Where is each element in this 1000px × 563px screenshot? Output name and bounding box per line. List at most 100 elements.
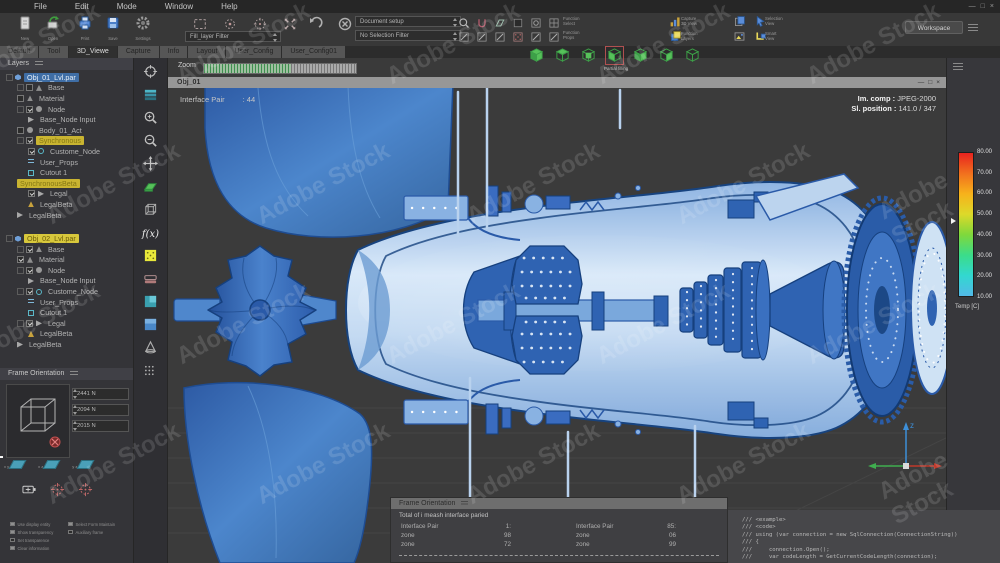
tree-item[interactable]: Cutout 1 [0,307,133,318]
layers-blue-icon[interactable] [669,30,682,47]
tree-item[interactable]: LegalBeta [0,329,133,340]
menu-file[interactable]: File [34,2,47,11]
tree-checkbox[interactable] [26,84,33,92]
tree-item[interactable]: Custome_Node [0,146,133,157]
tree-checkbox[interactable] [26,288,33,296]
orientation-cube-preview[interactable] [6,384,70,458]
checkbox[interactable] [68,529,73,535]
vt-eraser-icon[interactable] [143,271,158,291]
tool-vt-zoom-out[interactable] [134,131,167,154]
battery-icon[interactable] [22,482,37,502]
tab-capture[interactable]: Capture [117,46,160,58]
target-icon[interactable] [50,482,65,502]
document-setup-dropdown[interactable]: Document setup [355,16,461,27]
tree-checkbox[interactable] [26,319,33,327]
panel-menu-icon[interactable] [461,501,469,506]
expander-icon[interactable] [17,105,24,113]
tool-vt-zoom-in[interactable] [134,108,167,131]
tree-item[interactable]: LegalBeta [0,210,133,221]
doc-new-icon[interactable] [17,16,33,35]
viewport-titlebar[interactable]: Obj_01 — □ × [168,77,946,88]
tool-expand-x[interactable] [278,17,302,36]
tree-item[interactable]: Cutout 1 [0,167,133,178]
undo-icon[interactable] [307,16,323,36]
tree-checkbox[interactable] [28,190,35,198]
checkbox[interactable] [10,537,15,543]
zoom-slider[interactable] [203,63,357,74]
tab-tool[interactable]: Tool [39,46,70,58]
vt-layers-icon[interactable] [143,87,158,107]
minimize-icon[interactable]: — [969,1,976,12]
gear-icon[interactable] [135,16,151,35]
viewport-tab-title[interactable]: Obj_01 [168,79,200,86]
expander-icon[interactable] [17,245,24,253]
vt-crosshair-icon[interactable] [143,64,158,84]
option-checkbox-row[interactable]: Use display entity [10,520,53,528]
tool-vt-eraser[interactable] [134,269,167,292]
tree-item[interactable]: Base [0,83,133,94]
close-icon[interactable]: × [990,1,994,12]
diag-square-icon[interactable] [494,30,506,47]
tree-item[interactable]: Node [0,265,133,276]
option-checkbox-row[interactable]: Clear information [10,544,53,552]
tree-checkbox[interactable] [26,245,33,253]
expand-x-icon[interactable] [283,18,297,35]
option-checkbox-row[interactable]: Select Form Maintain [68,520,115,528]
tool-vt-cone[interactable] [134,338,167,361]
tool-vt-boxwire[interactable] [134,200,167,223]
vt-sq-teal-icon[interactable] [143,294,158,314]
tool-settings[interactable]: Settings [131,15,155,41]
workspace-menu-icon[interactable] [968,24,978,31]
tool-undo[interactable] [303,16,327,37]
menu-window[interactable]: Window [165,2,193,11]
tree-item[interactable]: Base_Node Input [0,114,133,125]
fill-mode-cube-outline[interactable] [684,47,701,64]
tree-item[interactable]: LegalBeta [0,199,133,210]
fill-mode-cube-side[interactable] [658,47,675,64]
tab-layout[interactable]: Layout [188,46,227,58]
vt-dotted-yellow-icon[interactable] [143,248,158,268]
orientation-field[interactable]: 2094 N [72,404,129,416]
workspace-button[interactable]: Workspace [905,21,963,34]
tab-3d_viewe[interactable]: 3D_Viewe [69,46,118,58]
vt-slab-icon[interactable] [143,179,158,199]
option-checkbox-row[interactable]: Auxiliary frame [68,528,115,536]
tool-open[interactable]: Open [41,15,65,41]
tree-checkbox[interactable] [17,94,24,102]
tab-info[interactable]: Info [159,46,189,58]
tool-vt-sq-teal[interactable] [134,292,167,315]
folder-open-icon[interactable] [45,16,61,35]
maximize-icon[interactable]: □ [981,1,985,12]
tool-vt-layers[interactable] [134,85,167,108]
tree-checkbox[interactable] [28,147,35,155]
vt-zoom-in-icon[interactable] [143,110,158,130]
tool-vt-slab[interactable] [134,177,167,200]
tree-item[interactable]: User_Props [0,157,133,168]
tool-dashed-rect[interactable] [188,17,212,36]
tree-item[interactable]: Legal [0,318,133,329]
vt-sq-blue-icon[interactable] [143,317,158,337]
tree-item[interactable]: Node [0,104,133,115]
menu-edit[interactable]: Edit [75,2,89,11]
frame-panel-header[interactable]: Frame Orientation [391,498,727,509]
panel-menu-icon[interactable] [35,61,44,67]
fill-mode-cube-small[interactable] [580,47,597,64]
expander-icon[interactable] [17,266,24,274]
fill-mode-cube-solid[interactable] [528,47,545,64]
vt-move-icon[interactable] [143,155,158,176]
tree-item[interactable]: Obj_01_Lvl.par [0,72,133,83]
tool-vt-fx[interactable]: f(x) [134,223,167,246]
expander-icon[interactable] [17,319,24,327]
diag-square-icon[interactable] [476,30,488,47]
tool-new[interactable]: New [13,15,37,41]
axis-view-button[interactable]: x z [38,460,61,469]
tree-item[interactable]: Material [0,255,133,266]
tree-item[interactable]: Obj_02_Lvl.par [0,233,133,244]
expander-icon[interactable] [6,73,13,81]
panel-menu-icon[interactable] [70,371,79,377]
tree-item[interactable]: Body_01_Act [0,125,133,136]
orientation-field[interactable]: 2441 N [72,388,129,400]
vt-cone-icon[interactable] [143,340,158,360]
close-icon[interactable]: × [936,77,940,88]
photo-blue-icon[interactable] [733,30,746,47]
